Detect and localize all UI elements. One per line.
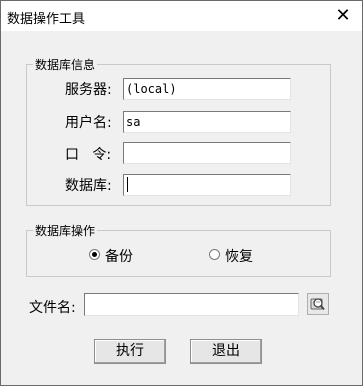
restore-radio-label[interactable]: 恢复 [225,246,253,266]
restore-radio[interactable] [209,249,220,260]
backup-radio-dot [92,252,97,257]
file-name-label: 文件名: [29,300,76,316]
browse-button[interactable] [307,293,329,315]
window-title: 数据操作工具 [7,12,86,27]
close-button[interactable]: ✕ [330,4,356,28]
password-input[interactable] [123,142,291,164]
db-info-group-title: 数据库信息 [33,56,98,73]
user-label: 用户名: [65,115,112,131]
folder-search-icon [310,298,325,311]
backup-radio-label[interactable]: 备份 [105,246,133,266]
exit-button[interactable]: 退出 [190,339,262,364]
file-name-input[interactable] [84,293,299,316]
db-ops-group-title: 数据库操作 [33,222,98,239]
password-label: 口 令: [65,147,112,163]
db-ops-group: 数据库操作 [26,222,331,277]
user-input[interactable]: sa [123,111,291,133]
title-bar: 数据操作工具 ✕ [1,1,362,31]
database-label: 数据库: [65,178,112,194]
server-input[interactable]: (local) [123,78,291,100]
backup-radio[interactable] [89,249,100,260]
dialog-window: 数据操作工具 ✕ 数据库信息 服务器: (local) 用户名: sa 口 令:… [0,0,363,386]
text-caret [127,177,128,192]
database-input[interactable] [123,174,291,196]
execute-button[interactable]: 执行 [94,339,166,364]
close-icon: ✕ [335,5,351,26]
server-label: 服务器: [65,82,112,98]
